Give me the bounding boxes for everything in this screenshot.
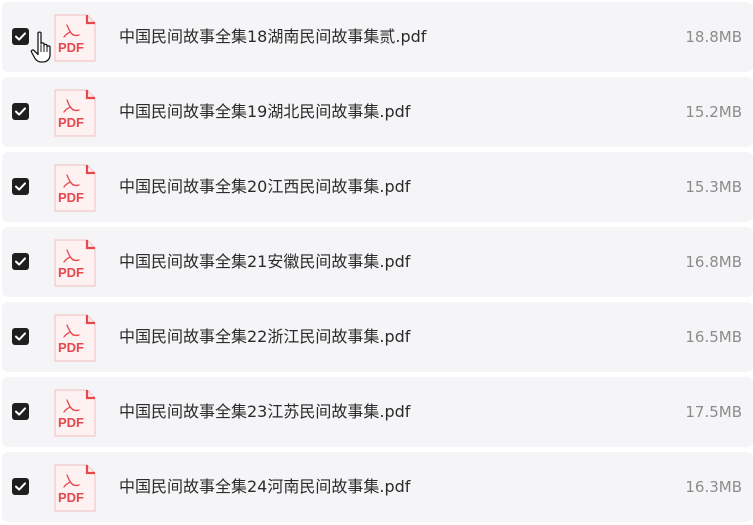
checkbox-checked-icon — [15, 32, 26, 41]
pdf-label: PDF — [58, 490, 84, 505]
file-name[interactable]: 中国民间故事全集22浙江民间故事集.pdf — [119, 326, 410, 348]
file-list: PDF 中国民间故事全集18湖南民间故事集贰.pdf 18.8MB PDF 中国… — [0, 0, 753, 525]
file-size: 15.2MB — [685, 103, 742, 121]
file-checkbox[interactable] — [12, 478, 29, 495]
pdf-file-icon: PDF — [53, 164, 96, 212]
file-checkbox[interactable] — [12, 103, 29, 120]
pdf-label: PDF — [58, 40, 84, 55]
pdf-file-icon: PDF — [53, 14, 96, 62]
pdf-label: PDF — [58, 265, 84, 280]
checkbox-checked-icon — [15, 182, 26, 191]
file-checkbox[interactable] — [12, 403, 29, 420]
file-size: 16.8MB — [685, 253, 742, 271]
file-row[interactable]: PDF 中国民间故事全集19湖北民间故事集.pdf 15.2MB — [2, 77, 753, 147]
checkbox-checked-icon — [15, 482, 26, 491]
file-name[interactable]: 中国民间故事全集21安徽民间故事集.pdf — [119, 251, 410, 273]
file-name[interactable]: 中国民间故事全集19湖北民间故事集.pdf — [119, 101, 410, 123]
file-size: 15.3MB — [685, 178, 742, 196]
pdf-label: PDF — [58, 115, 84, 130]
checkbox-checked-icon — [15, 332, 26, 341]
file-name[interactable]: 中国民间故事全集20江西民间故事集.pdf — [119, 176, 410, 198]
file-size: 16.3MB — [685, 478, 742, 496]
file-row[interactable]: PDF 中国民间故事全集22浙江民间故事集.pdf 16.5MB — [2, 302, 753, 372]
file-name[interactable]: 中国民间故事全集24河南民间故事集.pdf — [119, 476, 410, 498]
pdf-label: PDF — [58, 415, 84, 430]
pdf-file-icon: PDF — [53, 239, 96, 287]
file-checkbox[interactable] — [12, 328, 29, 345]
file-row[interactable]: PDF 中国民间故事全集23江苏民间故事集.pdf 17.5MB — [2, 377, 753, 447]
file-size: 17.5MB — [685, 403, 742, 421]
file-checkbox[interactable] — [12, 253, 29, 270]
checkbox-checked-icon — [15, 257, 26, 266]
pdf-file-icon: PDF — [53, 389, 96, 437]
file-checkbox[interactable] — [12, 28, 29, 45]
checkbox-checked-icon — [15, 407, 26, 416]
file-size: 18.8MB — [685, 28, 742, 46]
pdf-file-icon: PDF — [53, 464, 96, 512]
hand-pointer-icon — [30, 31, 54, 65]
pdf-file-icon: PDF — [53, 314, 96, 362]
file-row[interactable]: PDF 中国民间故事全集20江西民间故事集.pdf 15.3MB — [2, 152, 753, 222]
file-row[interactable]: PDF 中国民间故事全集21安徽民间故事集.pdf 16.8MB — [2, 227, 753, 297]
pdf-label: PDF — [58, 340, 84, 355]
file-row[interactable]: PDF 中国民间故事全集18湖南民间故事集贰.pdf 18.8MB — [2, 2, 753, 72]
file-size: 16.5MB — [685, 328, 742, 346]
file-checkbox[interactable] — [12, 178, 29, 195]
pdf-label: PDF — [58, 190, 84, 205]
file-name[interactable]: 中国民间故事全集18湖南民间故事集贰.pdf — [119, 26, 426, 48]
file-row[interactable]: PDF 中国民间故事全集24河南民间故事集.pdf 16.3MB — [2, 452, 753, 522]
checkbox-checked-icon — [15, 107, 26, 116]
file-name[interactable]: 中国民间故事全集23江苏民间故事集.pdf — [119, 401, 410, 423]
pdf-file-icon: PDF — [53, 89, 96, 137]
